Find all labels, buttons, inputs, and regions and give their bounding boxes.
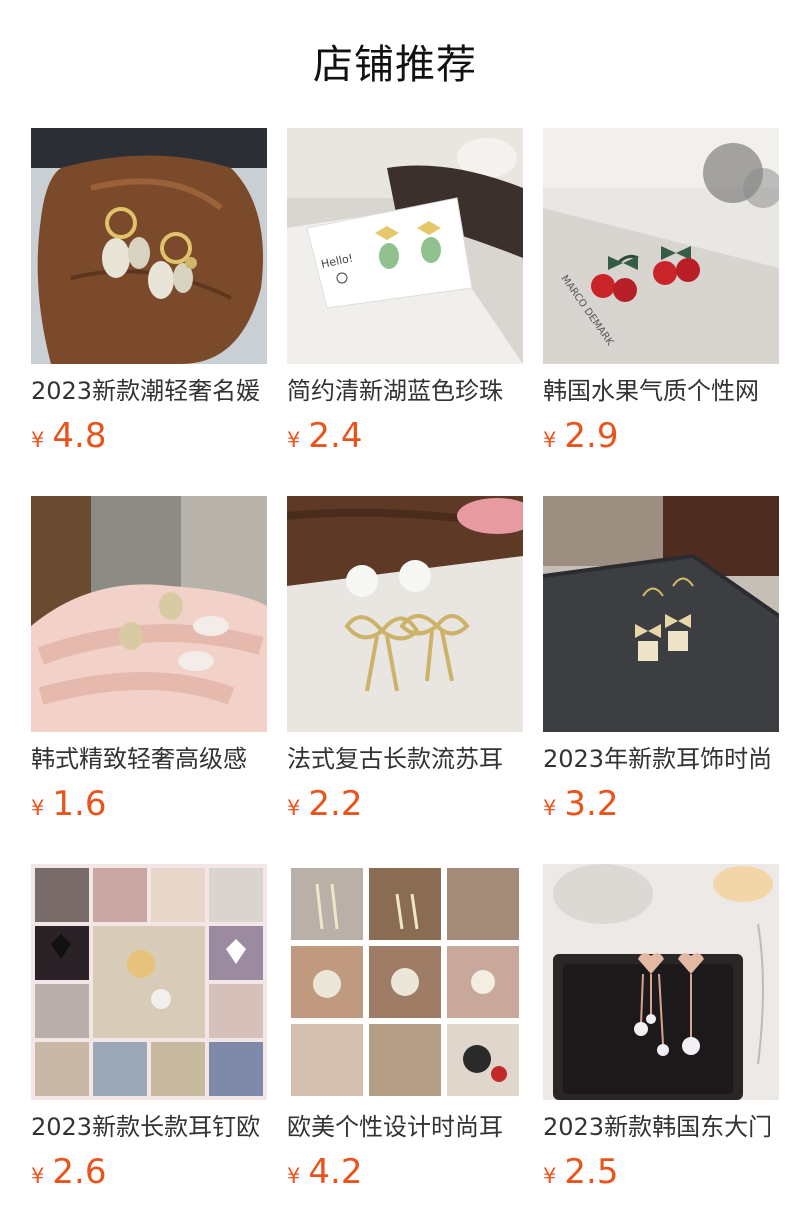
product-name[interactable]: 韩国水果气质个性网 <box>543 374 779 408</box>
currency-symbol: ¥ <box>287 796 301 820</box>
product-image[interactable] <box>543 496 779 732</box>
price-value: 4.8 <box>52 416 107 456</box>
product-price: ¥2.6 <box>31 1148 106 1196</box>
product-name[interactable]: 2023新款韩国东大门 <box>543 1110 779 1144</box>
currency-symbol: ¥ <box>543 428 557 452</box>
currency-symbol: ¥ <box>31 428 45 452</box>
product-name[interactable]: 法式复古长款流苏耳 <box>287 742 523 776</box>
product-card[interactable]: 2023年新款耳饰时尚 ¥3.2 <box>543 496 779 836</box>
product-image[interactable] <box>543 864 779 1100</box>
product-name[interactable]: 2023新款潮轻奢名媛 <box>31 374 267 408</box>
product-name[interactable]: 简约清新湖蓝色珍珠 <box>287 374 523 408</box>
product-price: ¥3.2 <box>543 780 618 828</box>
product-price: ¥2.2 <box>287 780 362 828</box>
product-price: ¥4.2 <box>287 1148 362 1196</box>
product-price: ¥2.4 <box>287 412 362 460</box>
product-card[interactable]: 法式复古长款流苏耳 ¥2.2 <box>287 496 523 836</box>
price-value: 2.5 <box>564 1152 619 1192</box>
section-header: 店铺推荐 <box>0 0 790 128</box>
product-card[interactable]: Hello! 简约清新湖蓝色珍珠 ¥2.4 <box>287 128 523 468</box>
product-image[interactable] <box>287 864 523 1100</box>
product-grid: 2023新款潮轻奢名媛 ¥4.8 Hello! 简约清新湖蓝色珍珠 ¥ 2.4 … <box>31 128 790 1232</box>
price-value: 4.2 <box>308 1152 363 1192</box>
product-card[interactable]: 2023新款韩国东大门 ¥2.5 <box>543 864 779 1204</box>
price-value: 2.9 <box>564 416 619 456</box>
shop-recommendation-page: 店铺推荐 2023新款潮轻奢名媛 ¥ 4.8 Hello! 简约清新湖蓝色珍珠 … <box>0 0 790 1232</box>
currency-symbol: ¥ <box>31 796 45 820</box>
product-image[interactable] <box>31 128 267 364</box>
product-card[interactable]: 欧美个性设计时尚耳 ¥4.2 <box>287 864 523 1204</box>
currency-symbol: ¥ <box>287 1164 301 1188</box>
product-name[interactable]: 韩式精致轻奢高级感 <box>31 742 267 776</box>
currency-symbol: ¥ <box>543 1164 557 1188</box>
product-card[interactable]: 2023新款潮轻奢名媛 ¥4.8 <box>31 128 267 468</box>
product-image[interactable] <box>31 496 267 732</box>
product-name[interactable]: 2023年新款耳饰时尚 <box>543 742 779 776</box>
price-value: 1.6 <box>52 784 107 824</box>
price-value: 2.2 <box>308 784 363 824</box>
currency-symbol: ¥ <box>31 1164 45 1188</box>
product-price: ¥2.9 <box>543 412 618 460</box>
product-card[interactable]: 2023新款长款耳钉欧 ¥2.6 <box>31 864 267 1204</box>
product-image[interactable]: MARCO DEMARK <box>543 128 779 364</box>
product-price: ¥2.5 <box>543 1148 618 1196</box>
product-image[interactable] <box>287 496 523 732</box>
product-card[interactable]: 韩式精致轻奢高级感 ¥1.6 <box>31 496 267 836</box>
price-value: 2.6 <box>52 1152 107 1192</box>
product-image[interactable] <box>31 864 267 1100</box>
product-image[interactable]: Hello! <box>287 128 523 364</box>
product-name[interactable]: 欧美个性设计时尚耳 <box>287 1110 523 1144</box>
product-name[interactable]: 2023新款长款耳钉欧 <box>31 1110 267 1144</box>
price-value: 2.4 <box>308 416 363 456</box>
currency-symbol: ¥ <box>543 796 557 820</box>
product-price: ¥1.6 <box>31 780 106 828</box>
section-title: 店铺推荐 <box>313 42 477 88</box>
product-price: ¥4.8 <box>31 412 106 460</box>
product-card[interactable]: MARCO DEMARK 韩国水果气质个性网 ¥2.9 <box>543 128 779 468</box>
price-value: 3.2 <box>564 784 619 824</box>
currency-symbol: ¥ <box>287 428 301 452</box>
